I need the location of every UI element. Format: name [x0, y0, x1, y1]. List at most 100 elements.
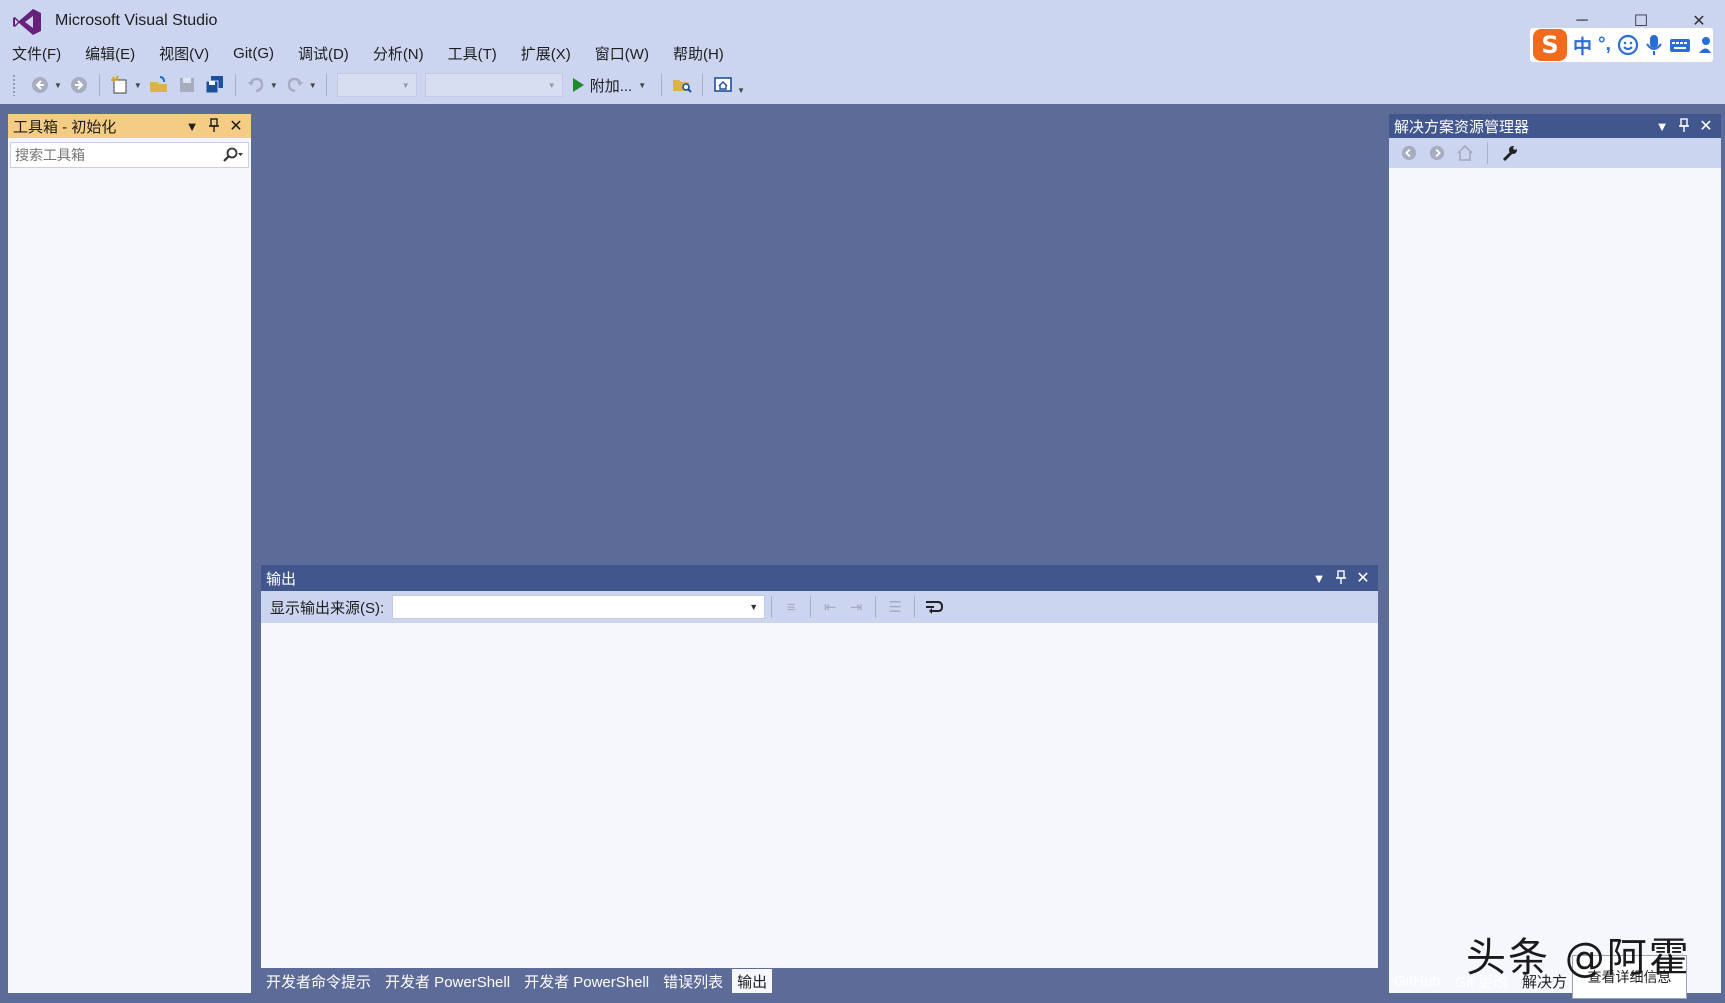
redo-icon: [287, 77, 303, 93]
redo-dropdown-icon[interactable]: ▼: [309, 81, 317, 90]
word-wrap-button[interactable]: [921, 595, 947, 619]
properties-button[interactable]: [1498, 141, 1522, 165]
tab-developer-powershell-2[interactable]: 开发者 PowerShell: [519, 969, 654, 993]
tab-error-list[interactable]: 错误列表: [658, 969, 728, 993]
undo-button[interactable]: [244, 73, 268, 97]
output-panel: 输出 ▼ ✕ 显示输出来源(S): ▼ ≡ ⇤ ⇥ ☰: [261, 565, 1378, 968]
back-icon: [32, 77, 48, 93]
menu-git[interactable]: Git(G): [225, 40, 282, 66]
find-message-button[interactable]: ≡: [778, 595, 804, 619]
start-debugging-button[interactable]: 附加... ▼: [567, 75, 655, 96]
ime-mode-toggle[interactable]: 中: [1573, 32, 1592, 59]
word-wrap-icon: [926, 601, 944, 614]
save-all-icon: [205, 76, 223, 94]
clear-all-button[interactable]: ☰: [882, 595, 908, 619]
solution-configuration-combo[interactable]: ▼: [336, 73, 417, 97]
find-in-files-icon: [673, 80, 692, 93]
home-icon: [714, 77, 732, 92]
ime-punctuation-toggle[interactable]: °,: [1598, 34, 1611, 56]
back-button[interactable]: [28, 73, 52, 97]
toolbox-search-input[interactable]: [15, 147, 218, 163]
forward-button[interactable]: [67, 73, 91, 97]
menu-help[interactable]: 帮助(H): [665, 40, 732, 66]
save-all-button[interactable]: [203, 73, 227, 97]
toolbar-separator: [1487, 142, 1488, 164]
sogou-logo-icon[interactable]: S: [1533, 29, 1567, 61]
emoji-icon[interactable]: [1617, 34, 1639, 56]
dropdown-icon[interactable]: ▼: [1653, 119, 1671, 134]
back-icon: [1401, 145, 1417, 161]
ime-toolbar[interactable]: S 中 °,: [1530, 28, 1713, 62]
user-icon[interactable]: [1697, 34, 1711, 56]
next-message-button[interactable]: ⇥: [843, 595, 869, 619]
pin-icon[interactable]: [205, 117, 223, 135]
solution-explorer-title: 解决方案资源管理器: [1394, 118, 1530, 136]
toolbar-separator: [98, 74, 100, 96]
home-button[interactable]: [711, 73, 735, 97]
new-project-button[interactable]: [108, 73, 132, 97]
tab-github[interactable]: GitHub: [1389, 969, 1446, 993]
wrench-icon: [1502, 146, 1517, 162]
output-toolbar: 显示输出来源(S): ▼ ≡ ⇤ ⇥ ☰: [261, 591, 1378, 623]
new-project-icon: [110, 75, 127, 94]
toolbox-header: 工具箱 - 初始化 ▼ ✕: [8, 114, 251, 138]
tab-output[interactable]: 输出: [732, 969, 773, 993]
visual-studio-logo-icon: [13, 9, 41, 35]
toolbox-search-box[interactable]: [10, 142, 249, 168]
toolbar-separator: [325, 74, 327, 96]
toolbar-grip[interactable]: [12, 74, 16, 96]
menu-extensions[interactable]: 扩展(X): [513, 40, 579, 66]
previous-message-icon: ⇤: [823, 599, 837, 616]
forward-icon: [1429, 145, 1445, 161]
solution-explorer-panel: 解决方案资源管理器 ▼ ✕: [1389, 114, 1721, 993]
window-title: Microsoft Visual Studio: [55, 12, 218, 29]
close-icon[interactable]: ✕: [1354, 568, 1372, 588]
menu-debug[interactable]: 调试(D): [290, 40, 357, 66]
save-button[interactable]: [175, 73, 199, 97]
back-dropdown-icon[interactable]: ▼: [54, 81, 62, 90]
search-icon[interactable]: [218, 147, 248, 163]
pin-icon[interactable]: [1675, 117, 1693, 135]
menu-edit[interactable]: 编辑(E): [77, 40, 143, 66]
toolbar-separator: [771, 596, 773, 618]
save-icon: [179, 78, 194, 92]
output-source-select[interactable]: ▼: [392, 595, 766, 619]
dropdown-icon[interactable]: ▼: [183, 119, 201, 134]
home-button[interactable]: [1453, 141, 1477, 165]
menu-file[interactable]: 文件(F): [4, 40, 69, 66]
toolbar-separator: [702, 74, 704, 96]
play-icon: [572, 78, 584, 92]
solution-platform-combo[interactable]: ▼: [424, 73, 563, 97]
menu-tools[interactable]: 工具(T): [440, 40, 505, 66]
undo-dropdown-icon[interactable]: ▼: [270, 81, 278, 90]
menu-view[interactable]: 视图(V): [151, 40, 217, 66]
redo-button[interactable]: [283, 73, 307, 97]
tab-developer-powershell[interactable]: 开发者 PowerShell: [380, 969, 515, 993]
chevron-down-icon: ▼: [401, 80, 410, 90]
close-icon[interactable]: ✕: [227, 116, 245, 136]
forward-button[interactable]: [1425, 141, 1449, 165]
menu-analyze[interactable]: 分析(N): [365, 40, 432, 66]
forward-icon: [70, 77, 87, 93]
dropdown-icon[interactable]: ▼: [1310, 571, 1328, 586]
output-title: 输出: [266, 570, 297, 588]
mic-icon[interactable]: [1645, 34, 1663, 56]
find-message-icon: ≡: [786, 598, 796, 616]
previous-message-button[interactable]: ⇤: [817, 595, 843, 619]
back-button[interactable]: [1397, 141, 1421, 165]
next-message-icon: ⇥: [849, 599, 863, 616]
keyboard-icon[interactable]: [1669, 34, 1691, 56]
standard-toolbar: ▼ ▼ ▼ ▼ ▼ ▼ 附加... ▼ ▼: [0, 66, 1725, 104]
chevron-down-icon: ▼: [547, 80, 556, 90]
solution-explorer-toolbar: [1389, 138, 1721, 168]
toolbar-overflow-icon[interactable]: ▼: [737, 86, 745, 95]
tab-developer-command-prompt[interactable]: 开发者命令提示: [261, 969, 376, 993]
open-file-icon: [149, 76, 167, 92]
menu-window[interactable]: 窗口(W): [587, 40, 657, 66]
close-icon[interactable]: ✕: [1697, 116, 1715, 136]
find-in-files-button[interactable]: [670, 73, 694, 97]
start-dropdown-icon[interactable]: ▼: [638, 81, 646, 90]
pin-icon[interactable]: [1332, 569, 1350, 587]
new-project-dropdown-icon[interactable]: ▼: [134, 81, 142, 90]
open-file-button[interactable]: [147, 73, 171, 97]
